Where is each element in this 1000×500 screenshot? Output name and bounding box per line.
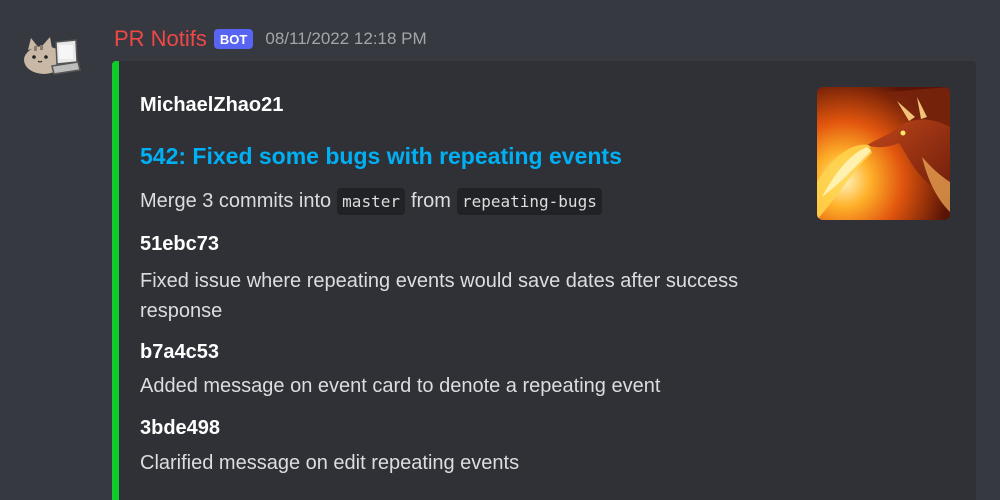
desc-middle: from (410, 190, 451, 212)
message-header: PR Notifs BOT 08/11/2022 12:18 PM (114, 26, 427, 52)
base-branch-code: master (337, 188, 405, 215)
commit-sha: 3bde498 (140, 417, 221, 439)
dragon-breathing-fire-image (817, 87, 950, 220)
embed-card: MichaelZhao21 542: Fixed some bugs with … (112, 61, 976, 500)
bot-badge: BOT (213, 29, 254, 49)
chat-message: PR Notifs BOT 08/11/2022 12:18 PM Michae… (0, 0, 1000, 500)
embed-description: Merge 3 commits into master from repeati… (140, 188, 608, 215)
timestamp[interactable]: 08/11/2022 12:18 PM (265, 29, 426, 49)
username[interactable]: PR Notifs (114, 26, 207, 52)
commit-sha: b7a4c53 (140, 341, 219, 363)
avatar[interactable] (22, 34, 82, 78)
commit-message: Clarified message on edit repeating even… (140, 452, 520, 474)
embed-author[interactable]: MichaelZhao21 (140, 94, 283, 117)
pusheen-cat-laptop-icon (24, 37, 81, 75)
commit-message: Fixed issue where repeating events would… (140, 270, 739, 322)
commit-message: Added message on event card to denote a … (140, 375, 661, 397)
embed-title-link[interactable]: 542: Fixed some bugs with repeating even… (140, 143, 622, 170)
head-branch-code: repeating-bugs (456, 188, 602, 215)
embed-thumbnail[interactable] (817, 87, 950, 220)
desc-prefix: Merge 3 commits into (140, 190, 332, 212)
commit-sha: 51ebc73 (140, 233, 219, 255)
